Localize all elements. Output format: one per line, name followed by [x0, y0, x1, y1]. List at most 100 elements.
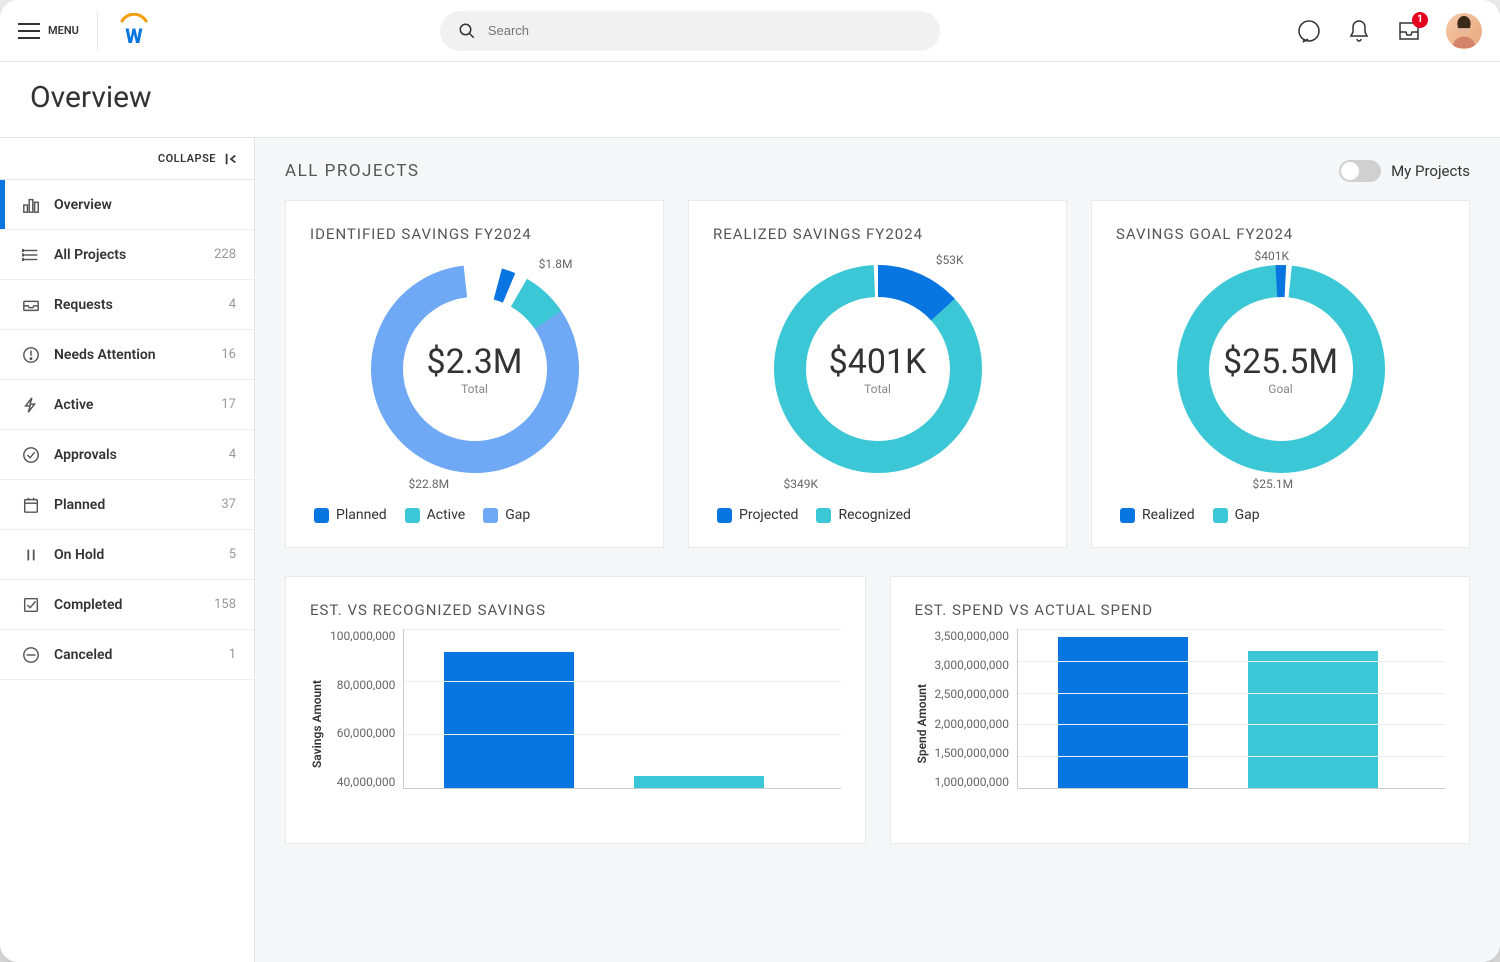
bar-est-spend — [1058, 637, 1188, 788]
list-icon — [22, 246, 40, 264]
donut-chart: $2.3M Total $1.8M $22.8M — [359, 253, 591, 485]
inbox-button[interactable]: 1 — [1396, 18, 1422, 44]
collapse-label: COLLAPSE — [158, 152, 216, 165]
legend-item: Projected — [717, 507, 798, 523]
lightning-icon — [22, 396, 40, 414]
donut-label-bottom: $22.8M — [409, 477, 450, 491]
menu-button[interactable]: MENU — [18, 23, 79, 39]
tick: 1,000,000,000 — [935, 775, 1010, 789]
y-axis: 3,500,000,000 3,000,000,000 2,500,000,00… — [935, 629, 1018, 789]
menu-label: MENU — [48, 24, 79, 37]
sidebar-item-count: 228 — [214, 247, 236, 262]
legend-item: Gap — [483, 507, 530, 523]
inbox-badge: 1 — [1412, 12, 1428, 28]
bar-actual-spend — [1248, 651, 1378, 788]
card-title: EST. SPEND VS ACTUAL SPEND — [915, 601, 1446, 619]
y-axis-label: Savings Amount — [310, 680, 324, 768]
sidebar-item-count: 17 — [221, 397, 236, 412]
workday-logo[interactable]: W — [116, 13, 152, 49]
swatch-icon — [717, 508, 732, 523]
legend-item: Active — [405, 507, 466, 523]
check-box-icon — [22, 596, 40, 614]
avatar[interactable] — [1446, 13, 1482, 49]
card-est-vs-recognized: EST. VS RECOGNIZED SAVINGS Savings Amoun… — [285, 576, 866, 844]
y-axis: 100,000,000 80,000,000 60,000,000 40,000… — [330, 629, 403, 789]
donut-value: $25.5M — [1223, 342, 1338, 382]
tick: 3,500,000,000 — [935, 629, 1010, 643]
sidebar-item-needs-attention[interactable]: Needs Attention 16 — [0, 330, 254, 380]
tick: 2,500,000,000 — [935, 687, 1010, 701]
sidebar-item-count: 4 — [229, 297, 236, 312]
pause-icon — [22, 546, 40, 564]
sidebar-item-label: Approvals — [54, 447, 117, 463]
card-est-vs-actual-spend: EST. SPEND VS ACTUAL SPEND Spend Amount … — [890, 576, 1471, 844]
toggle-label: My Projects — [1391, 162, 1470, 180]
donut-sub: Total — [829, 382, 927, 396]
swatch-icon — [483, 508, 498, 523]
sidebar-item-active[interactable]: Active 17 — [0, 380, 254, 430]
sidebar-item-count: 37 — [221, 497, 236, 512]
sidebar-item-overview[interactable]: Overview — [0, 180, 254, 230]
plot-area — [1017, 629, 1445, 789]
search-icon — [458, 22, 476, 40]
sidebar-item-label: Canceled — [54, 647, 112, 663]
donut-value: $2.3M — [427, 342, 523, 382]
legend-item: Recognized — [816, 507, 911, 523]
collapse-button[interactable]: COLLAPSE — [0, 138, 254, 180]
check-circle-icon — [22, 446, 40, 464]
sidebar-item-label: Completed — [54, 597, 122, 613]
tick: 1,500,000,000 — [935, 746, 1010, 760]
tray-icon — [22, 296, 40, 314]
sidebar-item-label: Planned — [54, 497, 105, 513]
sidebar-item-all-projects[interactable]: All Projects 228 — [0, 230, 254, 280]
bar-chart: Savings Amount 100,000,000 80,000,000 60… — [310, 629, 841, 819]
legend-item: Gap — [1213, 507, 1260, 523]
bar-estimated — [444, 652, 574, 788]
sidebar-item-canceled[interactable]: Canceled 1 — [0, 630, 254, 680]
donut-sub: Total — [427, 382, 523, 396]
tick: 80,000,000 — [337, 678, 396, 692]
sidebar: COLLAPSE Overview All Projects 228 Reque… — [0, 138, 255, 962]
chat-button[interactable] — [1296, 18, 1322, 44]
sidebar-item-count: 16 — [221, 347, 236, 362]
sidebar-item-requests[interactable]: Requests 4 — [0, 280, 254, 330]
card-title: IDENTIFIED SAVINGS FY2024 — [310, 225, 639, 243]
chart-icon — [22, 196, 40, 214]
page-title: Overview — [30, 80, 1470, 115]
tick: 100,000,000 — [330, 629, 395, 643]
bar-chart: Spend Amount 3,500,000,000 3,000,000,000… — [915, 629, 1446, 819]
sidebar-item-label: Needs Attention — [54, 347, 156, 363]
sidebar-item-planned[interactable]: Planned 37 — [0, 480, 254, 530]
swatch-icon — [314, 508, 329, 523]
sidebar-item-completed[interactable]: Completed 158 — [0, 580, 254, 630]
card-identified-savings: IDENTIFIED SAVINGS FY2024 $2.3M — [285, 200, 664, 548]
bar-recognized — [634, 776, 764, 788]
search-input[interactable] — [488, 23, 922, 38]
legend: Planned Active Gap — [310, 507, 639, 523]
sidebar-item-label: All Projects — [54, 247, 126, 263]
alert-icon — [22, 346, 40, 364]
swatch-icon — [1120, 508, 1135, 523]
main-content: ALL PROJECTS My Projects IDENTIFIED SAVI… — [255, 138, 1500, 962]
sidebar-item-approvals[interactable]: Approvals 4 — [0, 430, 254, 480]
swatch-icon — [405, 508, 420, 523]
donut-label-bottom: $349K — [784, 477, 819, 491]
sidebar-item-count: 5 — [229, 547, 236, 562]
legend-item: Realized — [1120, 507, 1195, 523]
donut-label-top: $401K — [1255, 249, 1290, 263]
bell-icon — [1347, 19, 1371, 43]
hamburger-icon — [18, 23, 40, 39]
my-projects-toggle[interactable] — [1339, 160, 1381, 182]
sidebar-item-on-hold[interactable]: On Hold 5 — [0, 530, 254, 580]
tick: 2,000,000,000 — [935, 717, 1010, 731]
notifications-button[interactable] — [1346, 18, 1372, 44]
sidebar-item-label: Active — [54, 397, 93, 413]
card-realized-savings: REALIZED SAVINGS FY2024 $401K Total $53K… — [688, 200, 1067, 548]
sidebar-item-count: 158 — [214, 597, 236, 612]
main-heading: ALL PROJECTS — [285, 161, 420, 181]
card-title: SAVINGS GOAL FY2024 — [1116, 225, 1445, 243]
donut-sub: Goal — [1223, 382, 1338, 396]
y-axis-label: Spend Amount — [915, 684, 929, 763]
donut-label-top: $53K — [936, 253, 964, 267]
search-box[interactable] — [440, 11, 940, 51]
